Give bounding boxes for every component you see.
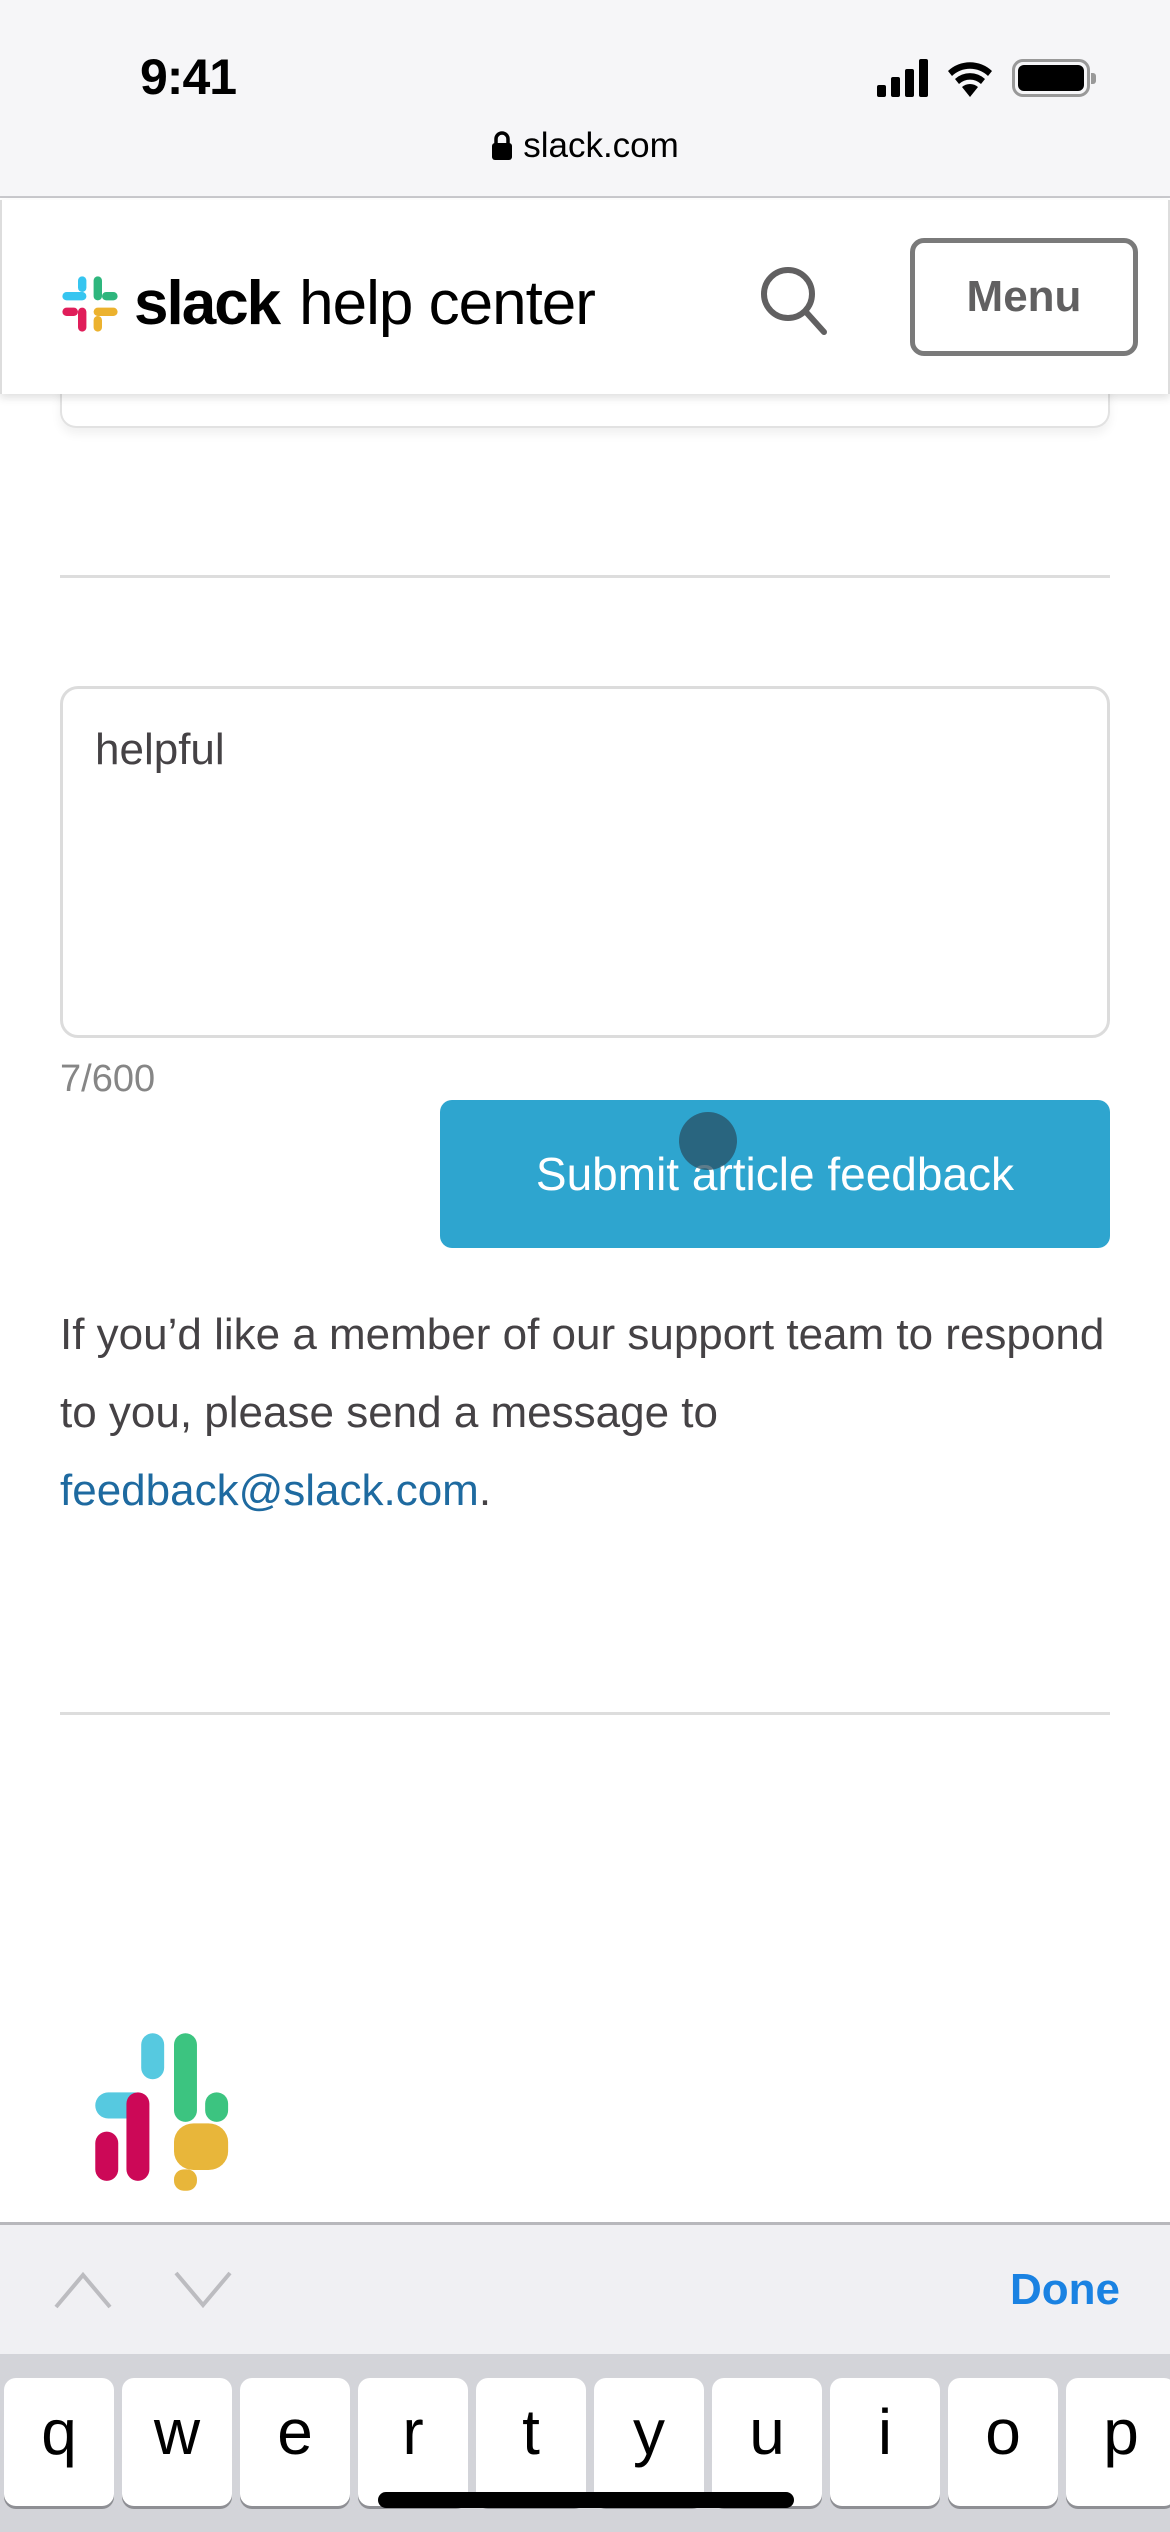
logo-wordmark: slack (134, 269, 281, 338)
info-text-body: If you’d like a member of our support te… (60, 1310, 1105, 1437)
system-icons (877, 58, 1096, 98)
logo-subtitle: help center (299, 269, 596, 338)
slack-help-center-logo[interactable]: slack help center (60, 268, 596, 339)
key-r[interactable]: r (358, 2378, 468, 2506)
character-counter: 7/600 (60, 1058, 156, 1100)
url-bar[interactable]: slack.com (0, 126, 1170, 166)
slack-logo-icon (95, 2033, 229, 2191)
key-w[interactable]: w (122, 2378, 232, 2506)
section-divider (60, 575, 1110, 578)
key-y[interactable]: y (594, 2378, 704, 2506)
menu-button[interactable]: Menu (910, 238, 1138, 356)
key-e[interactable]: e (240, 2378, 350, 2506)
battery-icon (1012, 59, 1096, 97)
feedback-textarea[interactable]: helpful (60, 686, 1110, 1038)
key-t[interactable]: t (476, 2378, 586, 2506)
key-u[interactable]: u (712, 2378, 822, 2506)
support-info-text: If you’d like a member of our support te… (60, 1296, 1120, 1530)
done-button[interactable]: Done (1010, 2265, 1120, 2315)
key-p[interactable]: p (1066, 2378, 1170, 2506)
lock-icon (492, 131, 513, 160)
chevron-up-icon[interactable] (52, 2265, 114, 2315)
touch-indicator (679, 1112, 737, 1170)
wifi-icon (948, 62, 992, 97)
footer-divider (60, 1712, 1110, 1715)
site-header: slack help center Menu (0, 200, 1170, 394)
footer-slack-logo[interactable] (92, 2030, 256, 2199)
key-q[interactable]: q (4, 2378, 114, 2506)
status-time: 9:41 (140, 49, 237, 105)
search-icon (761, 267, 827, 335)
keyboard-row-1: q w e r t y u i o p (4, 2378, 1170, 2506)
slack-logo-icon (62, 275, 118, 332)
submit-feedback-button[interactable]: Submit article feedback (440, 1100, 1110, 1248)
chevron-down-icon[interactable] (172, 2265, 234, 2315)
feedback-email-link[interactable]: feedback@slack.com (60, 1466, 479, 1515)
cellular-signal-icon (877, 59, 928, 97)
info-text-period: . (478, 1466, 492, 1515)
home-indicator[interactable] (378, 2492, 794, 2508)
keyboard-accessory-bar: Done (0, 2222, 1170, 2354)
url-text: slack.com (523, 126, 679, 165)
search-button[interactable] (754, 260, 834, 340)
browser-chrome: 9:41 slack.com (0, 0, 1170, 198)
key-i[interactable]: i (830, 2378, 940, 2506)
key-o[interactable]: o (948, 2378, 1058, 2506)
